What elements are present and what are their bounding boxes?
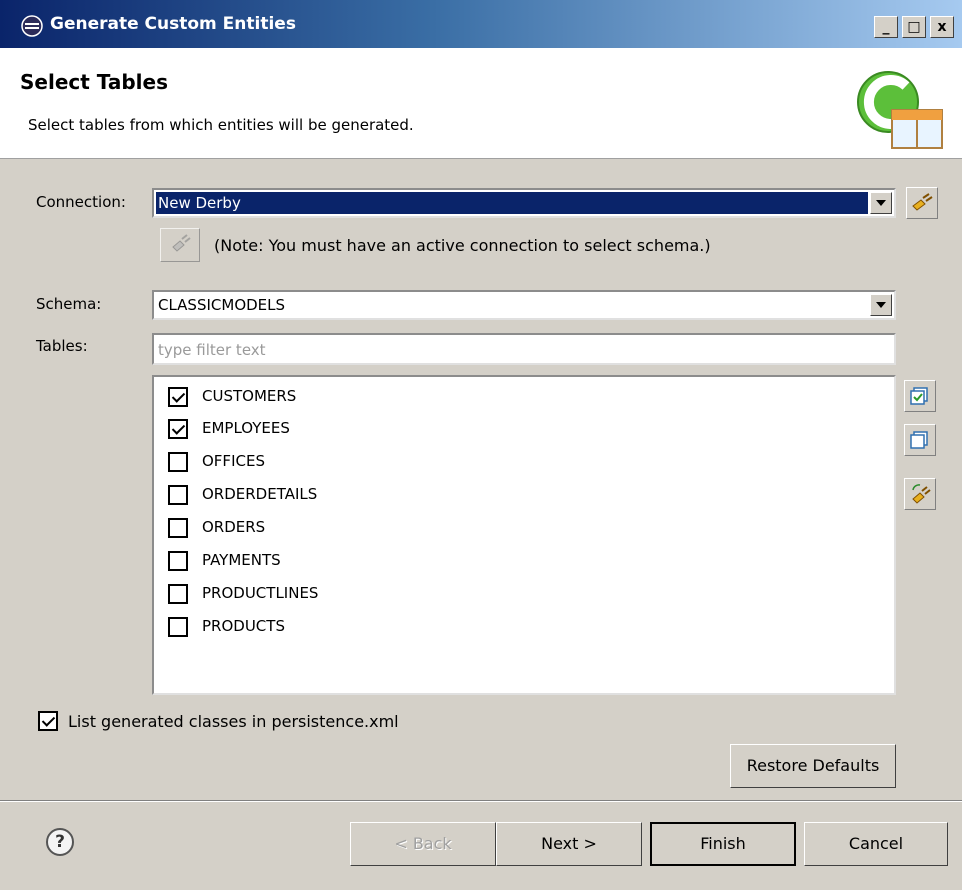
checkbox-unchecked[interactable]: [168, 551, 188, 571]
page-title: Select Tables: [20, 70, 168, 94]
tables-label: Tables:: [36, 337, 88, 355]
eclipse-app-icon: [21, 15, 43, 37]
connection-dropdown-arrow-icon[interactable]: [870, 192, 892, 214]
checkbox-unchecked[interactable]: [168, 452, 188, 472]
window-title: Generate Custom Entities: [50, 14, 296, 34]
back-button[interactable]: < Back: [350, 822, 496, 866]
page-description: Select tables from which entities will b…: [28, 116, 414, 134]
separator: [0, 800, 962, 802]
schema-combo[interactable]: CLASSICMODELS: [152, 290, 896, 320]
table-filter-input[interactable]: [156, 337, 860, 363]
checkbox-checked[interactable]: [168, 387, 188, 407]
maximize-button[interactable]: □: [902, 16, 926, 38]
list-generated-label: List generated classes in persistence.xm…: [68, 712, 399, 731]
minimize-button[interactable]: _: [874, 16, 898, 38]
refresh-plug-icon: [912, 484, 931, 504]
table-item-label: PRODUCTLINES: [202, 584, 319, 602]
checkbox-unchecked[interactable]: [168, 485, 188, 505]
schema-dropdown-arrow-icon[interactable]: [870, 294, 892, 316]
plug-icon: [912, 193, 933, 211]
table-item-label: OFFICES: [202, 452, 265, 470]
deselect-all-icon: [910, 431, 928, 449]
table-item-label: PAYMENTS: [202, 551, 281, 569]
connection-value: New Derby: [156, 192, 868, 214]
reconnect-button[interactable]: [160, 228, 200, 262]
table-item-label: CUSTOMERS: [202, 387, 297, 405]
restore-defaults-button[interactable]: Restore Defaults: [730, 744, 896, 788]
schema-value: CLASSICMODELS: [158, 296, 286, 314]
list-generated-checkbox[interactable]: [38, 711, 58, 731]
connection-combo[interactable]: New Derby: [152, 188, 896, 218]
table-item-label: EMPLOYEES: [202, 419, 290, 437]
wizard-header: Select Tables Select tables from which e…: [0, 48, 962, 159]
connection-note: (Note: You must have an active connectio…: [214, 236, 711, 255]
next-button[interactable]: Next >: [496, 822, 642, 866]
help-icon[interactable]: ?: [46, 828, 74, 856]
finish-button[interactable]: Finish: [650, 822, 796, 866]
table-filter-field[interactable]: [152, 333, 896, 365]
checkbox-unchecked[interactable]: [168, 617, 188, 637]
wizard-banner-icon: [857, 71, 943, 149]
cancel-button[interactable]: Cancel: [804, 822, 948, 866]
select-all-button[interactable]: [904, 380, 936, 412]
dialog-window: Generate Custom Entities _ □ x Select Ta…: [0, 0, 962, 890]
refresh-tables-button[interactable]: [904, 478, 936, 510]
add-connection-button[interactable]: [906, 187, 938, 219]
connect-icon: [172, 234, 191, 252]
schema-label: Schema:: [36, 295, 102, 313]
table-item-label: ORDERS: [202, 518, 266, 536]
checkbox-unchecked[interactable]: [168, 584, 188, 604]
checkbox-checked[interactable]: [168, 419, 188, 439]
title-bar[interactable]: Generate Custom Entities _ □ x: [0, 0, 962, 48]
checkbox-unchecked[interactable]: [168, 518, 188, 538]
deselect-all-button[interactable]: [904, 424, 936, 456]
table-item-label: PRODUCTS: [202, 617, 285, 635]
tables-list[interactable]: CUSTOMERS EMPLOYEES OFFICES ORDERDETAILS…: [152, 375, 896, 695]
close-button[interactable]: x: [930, 16, 954, 38]
connection-label: Connection:: [36, 193, 126, 211]
table-item-label: ORDERDETAILS: [202, 485, 318, 503]
select-all-icon: [910, 387, 928, 405]
